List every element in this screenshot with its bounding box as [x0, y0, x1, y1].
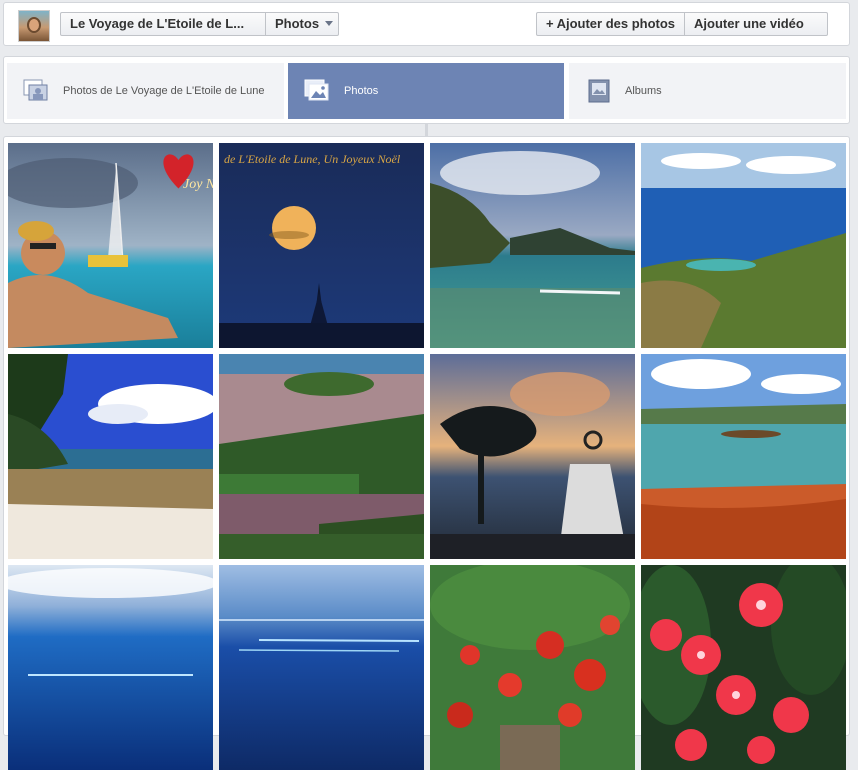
photo-overlay-text: de L'Etoile de Lune, Un Joyeux Noël	[224, 152, 401, 166]
photo-icon	[304, 79, 329, 101]
page-selector[interactable]: Le Voyage de L'Etoile de L... Photos	[60, 12, 339, 36]
photo-thumbnail[interactable]	[8, 565, 213, 770]
photo-thumbnail[interactable]	[219, 354, 424, 559]
photo-thumbnail[interactable]: Joy No	[8, 143, 213, 348]
photo-grid: Joy No de L'Etoile de Lune, Un Joyeux No…	[3, 136, 850, 770]
tab-label: Photos de Le Voyage de L'Etoile de Lune	[63, 85, 265, 97]
photo-thumbnail[interactable]	[219, 565, 424, 770]
media-actions: + Ajouter des photos Ajouter une vidéo	[536, 12, 828, 36]
tab-connector	[425, 124, 428, 136]
tab-label: Photos	[344, 85, 379, 97]
chevron-down-icon	[325, 21, 334, 27]
section-dropdown-label: Photos	[275, 16, 320, 31]
photo-thumbnail[interactable]	[8, 354, 213, 559]
add-photos-button[interactable]: + Ajouter des photos	[537, 13, 684, 35]
photo-thumbnail[interactable]	[641, 565, 846, 770]
photo-thumbnail[interactable]	[430, 354, 635, 559]
add-video-button[interactable]: Ajouter une vidéo	[684, 13, 813, 35]
page-header: Le Voyage de L'Etoile de L... Photos + Ajo…	[3, 2, 850, 46]
plus-icon: +	[546, 16, 554, 31]
photo-thumbnail[interactable]	[430, 143, 635, 348]
tab-label: Albums	[625, 85, 662, 97]
tab-photos[interactable]: Photos	[288, 63, 564, 119]
photo-thumbnail[interactable]	[430, 565, 635, 770]
page-name-link[interactable]: Le Voyage de L'Etoile de L...	[61, 13, 265, 35]
photo-overlay-text: Joy No	[183, 177, 213, 192]
photo-tabs: Photos de Le Voyage de L'Etoile de Lune …	[3, 56, 850, 124]
tab-page-photos[interactable]: Photos de Le Voyage de L'Etoile de Lune	[7, 63, 284, 119]
photo-stack-icon	[23, 79, 48, 101]
photo-thumbnail[interactable]	[641, 354, 846, 559]
tab-albums[interactable]: Albums	[569, 63, 846, 119]
photo-thumbnail[interactable]	[641, 143, 846, 348]
section-dropdown[interactable]: Photos	[265, 13, 342, 35]
add-photos-label: Ajouter des photos	[556, 16, 676, 31]
photo-thumbnail[interactable]: de L'Etoile de Lune, Un Joyeux Noël	[219, 143, 424, 348]
album-icon	[588, 79, 610, 103]
page-avatar[interactable]	[18, 10, 50, 42]
